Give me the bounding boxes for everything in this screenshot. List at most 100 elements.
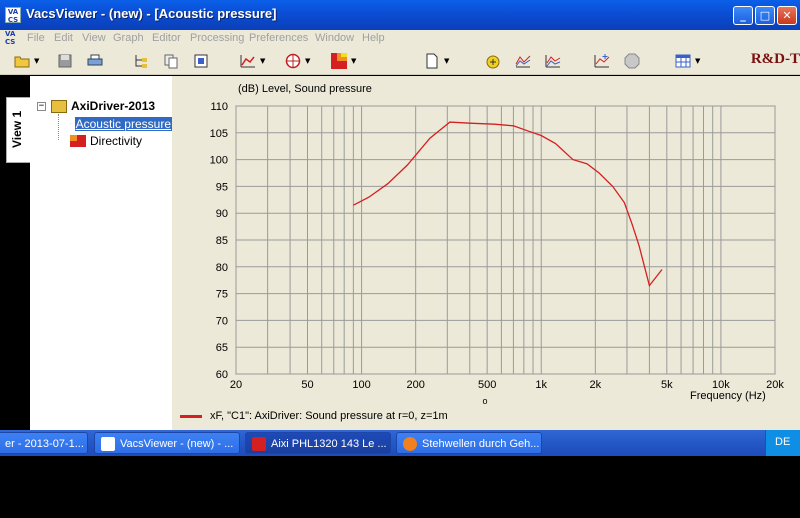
system-tray: DE xyxy=(765,430,800,456)
export-button[interactable] xyxy=(193,53,209,69)
chart-legend: xF, "C1": AxiDriver: Sound pressure at r… xyxy=(180,410,448,422)
export-icon xyxy=(194,54,208,68)
tree-item-directivity[interactable]: Directivity xyxy=(70,133,172,148)
toolbar: ▼ ▼ ▼ ▼ ▼ ▼ R&D-T xyxy=(0,47,800,75)
x-tick-label: 50 xyxy=(301,379,313,391)
print-icon xyxy=(87,54,103,66)
directivity-map-icon xyxy=(70,134,86,147)
y-tick-label: 85 xyxy=(216,235,228,247)
spectrum-button[interactable] xyxy=(515,53,531,69)
tree-item-label: Directivity xyxy=(90,133,143,148)
stop-icon xyxy=(624,53,640,69)
menu-window[interactable]: Window xyxy=(315,32,354,44)
new-page-icon xyxy=(426,53,438,69)
maximize-button[interactable]: □ xyxy=(755,6,775,25)
tree-item-acoustic-pressure[interactable]: Acoustic pressure xyxy=(70,116,172,131)
y-tick-label: 110 xyxy=(210,101,228,113)
new-page-button[interactable]: ▼ xyxy=(424,53,449,69)
taskbar: er - 2013-07-1... VacsViewer - (new) - .… xyxy=(0,430,800,456)
add-button[interactable] xyxy=(485,53,501,69)
tree-connector xyxy=(58,114,59,140)
stop-button[interactable] xyxy=(624,53,640,69)
y-tick-label: 100 xyxy=(210,155,228,167)
close-button[interactable]: ✕ xyxy=(777,6,797,25)
chart-add-button[interactable] xyxy=(594,53,610,69)
x-tick-label: 5k xyxy=(661,379,673,391)
y-tick-label: 90 xyxy=(216,208,228,220)
taskbar-item-label: Aixi PHL1320 143 Le ... xyxy=(271,438,387,450)
map-icon xyxy=(331,53,347,69)
polar-button[interactable]: ▼ xyxy=(285,53,310,69)
menu-file[interactable]: File xyxy=(27,32,45,44)
menu-graph[interactable]: Graph xyxy=(113,32,144,44)
menu-edit[interactable]: Edit xyxy=(54,32,73,44)
cursor-marker: o xyxy=(482,396,487,406)
dropdown-arrow-icon: ▼ xyxy=(34,57,40,65)
x-axis-label: Frequency (Hz) xyxy=(690,390,766,402)
vacs-app-icon xyxy=(101,437,115,452)
save-button[interactable] xyxy=(57,53,73,69)
menu-editor[interactable]: Editor xyxy=(152,32,181,44)
table-button[interactable]: ▼ xyxy=(675,53,700,69)
tab-view-1[interactable]: View 1 xyxy=(6,97,30,163)
menu-view[interactable]: View xyxy=(82,32,106,44)
tree-item-label: Acoustic pressure xyxy=(74,116,172,131)
open-button[interactable]: ▼ xyxy=(14,53,39,69)
y-tick-label: 75 xyxy=(216,289,228,301)
collapse-toggle[interactable]: − xyxy=(37,102,46,111)
taskbar-item-label: VacsViewer - (new) - ... xyxy=(120,438,234,450)
print-button[interactable] xyxy=(87,53,103,69)
dropdown-arrow-icon: ▼ xyxy=(351,57,357,65)
save-icon xyxy=(58,54,72,68)
polar-icon xyxy=(285,53,301,69)
menu-bar: VA CS File Edit View Graph Editor Proces… xyxy=(0,30,800,47)
black-band xyxy=(0,456,800,518)
menu-preferences[interactable]: Preferences xyxy=(249,32,308,44)
taskbar-item-image[interactable]: Aixi PHL1320 143 Le ... xyxy=(245,432,391,454)
dropdown-arrow-icon: ▼ xyxy=(444,57,450,65)
x-tick-label: 2k xyxy=(590,379,602,391)
curve-button[interactable]: ▼ xyxy=(240,53,265,69)
spectrum-icon xyxy=(515,55,531,68)
y-tick-label: 105 xyxy=(210,128,228,140)
dropdown-arrow-icon: ▼ xyxy=(305,57,311,65)
y-tick-label: 65 xyxy=(216,342,228,354)
x-tick-label: 100 xyxy=(352,379,370,391)
copy-button[interactable] xyxy=(163,53,179,69)
curve-icon xyxy=(70,123,71,124)
title-bar[interactable]: VA CS VacsViewer - (new) - [Acoustic pre… xyxy=(0,0,800,30)
object-tree: − AxiDriver-2013 Acoustic pressure Direc… xyxy=(30,76,172,430)
legend-swatch xyxy=(180,414,202,418)
app-logo-icon: VA CS xyxy=(5,7,21,24)
y-tick-label: 60 xyxy=(216,369,228,381)
copy-icon xyxy=(164,54,178,69)
y-tick-label: 70 xyxy=(216,315,228,327)
taskbar-item-label: Stehwellen durch Geh... xyxy=(422,438,540,450)
tree-icon xyxy=(135,55,147,68)
y-tick-label: 80 xyxy=(216,262,228,274)
taskbar-item-document[interactable]: er - 2013-07-1... xyxy=(0,432,88,454)
add-icon xyxy=(486,55,500,69)
menu-processing[interactable]: Processing xyxy=(190,32,244,44)
taskbar-item-firefox[interactable]: Stehwellen durch Geh... xyxy=(396,432,542,454)
dropdown-arrow-icon: ▼ xyxy=(260,57,266,65)
menu-logo-icon: VA CS xyxy=(5,30,16,46)
map-button[interactable]: ▼ xyxy=(331,53,356,69)
tree-root-item[interactable]: AxiDriver-2013 xyxy=(71,99,171,113)
taskbar-item-vacsviewer[interactable]: VacsViewer - (new) - ... xyxy=(94,432,240,454)
minimize-button[interactable]: _ xyxy=(733,6,753,25)
plot-pane: (dB) Level, Sound pressure 20 50 100 200 500… xyxy=(172,76,800,430)
x-tick-label: 1k xyxy=(535,379,547,391)
language-indicator[interactable]: DE xyxy=(775,436,790,448)
x-tick-label: 20 xyxy=(230,379,242,391)
taskbar-item-label: er - 2013-07-1... xyxy=(5,438,84,450)
x-tick-label: 200 xyxy=(406,379,424,391)
curve-icon xyxy=(240,55,255,68)
frequency-response-chart[interactable]: 20 50 100 200 500 1k 2k 5k 10k 20k606570758085909… xyxy=(172,76,800,430)
y-tick-label: 95 xyxy=(216,181,228,193)
brand-logo: R&D-T xyxy=(750,51,800,67)
menu-help[interactable]: Help xyxy=(362,32,385,44)
waterfall-button[interactable] xyxy=(545,53,561,69)
tree-button[interactable] xyxy=(133,53,149,69)
driver-folder-icon xyxy=(51,100,67,113)
